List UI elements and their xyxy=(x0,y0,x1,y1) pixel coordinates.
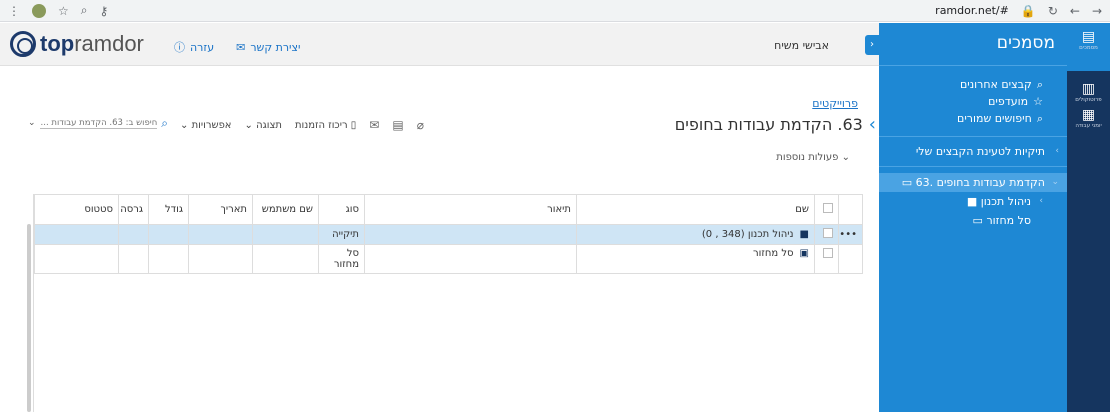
envelope-icon: ✉ xyxy=(236,40,246,54)
view-dropdown[interactable]: ⌄ תצוגה xyxy=(245,120,282,131)
search-input[interactable] xyxy=(39,117,158,129)
table-row[interactable]: ▣ סל מחזור סל מחזור xyxy=(34,244,863,274)
toolbar: ⌄ אפשרויות ⌄ תצוגה ריכוז הזמנות ▯ ✉ ▤ ⌀ xyxy=(180,118,424,132)
lock-icon[interactable]: 🔒 xyxy=(1021,4,1036,18)
user-name[interactable]: אבישי משיח xyxy=(774,39,829,52)
row-name[interactable]: ניהול תכנון (348 , 0) xyxy=(702,229,794,240)
reload-icon[interactable]: ↻ xyxy=(1048,4,1058,18)
favorites-link[interactable]: מועדפים ☆ xyxy=(879,93,1043,110)
chevron-down-icon: ⌄ xyxy=(244,119,253,131)
document-icon: ▤ xyxy=(1081,29,1096,45)
search-icon: ⌕ xyxy=(1036,112,1043,125)
contact-label: יצירת קשר xyxy=(250,40,301,54)
recycle-bin-icon: ▣ xyxy=(799,248,809,259)
mail-icon[interactable]: ✉ xyxy=(369,118,379,132)
chevron-down-icon[interactable]: ⌄ xyxy=(28,118,36,128)
star-icon: ☆ xyxy=(1033,95,1043,108)
page-title: › 63. הקדמת עבודות בחופים xyxy=(674,114,876,135)
chevron-down-icon: ⌄ xyxy=(1051,177,1059,187)
tree-item-recycle[interactable]: ▭ סל מחזור xyxy=(879,211,1067,230)
col-username[interactable]: שם משתמש xyxy=(252,194,319,225)
scrollbar[interactable] xyxy=(27,224,31,412)
panel-title: מסמכים xyxy=(879,23,1067,66)
row-type: סל מחזור xyxy=(318,244,365,274)
search-box: ⌄ ⌕ xyxy=(28,114,168,132)
logo-bold: top xyxy=(40,31,75,56)
browser-toolbar: ⋮ ☆ ⌕ ⚷ ramdor.net/# 🔒 ↻ ← → xyxy=(0,0,1110,22)
upload-folders-item[interactable]: תיקיות לטעינת הקבצים שלי ‹ xyxy=(879,137,1067,166)
tree-item-planning[interactable]: ‹ ■ ניהול תכנון xyxy=(879,192,1067,211)
url-bar[interactable]: ramdor.net/# xyxy=(935,4,1009,17)
folder-icon: ■ xyxy=(799,229,809,240)
clipboard-icon: ▥ xyxy=(1081,81,1096,97)
help-link[interactable]: ⓘ עזרה xyxy=(174,39,214,55)
files-table-container: שם תיאור סוג שם משתמש תאריך גודל גרסה סט… xyxy=(33,194,863,412)
collapse-panel-button[interactable]: › xyxy=(865,35,879,55)
folder-icon: ▭ xyxy=(901,176,913,189)
col-version[interactable]: גרסה xyxy=(118,194,149,225)
key-icon[interactable]: ⚷ xyxy=(100,4,109,18)
breadcrumb-projects[interactable]: פרוייקטים xyxy=(812,97,858,110)
chevron-down-icon: ⌄ xyxy=(841,152,850,163)
row-type: תיקייה xyxy=(318,224,365,245)
col-date[interactable]: תאריך xyxy=(188,194,253,225)
col-status[interactable]: סטטוס xyxy=(34,194,119,225)
logo-light: ramdor xyxy=(74,31,144,56)
app-header: topramdor ⓘ עזרה ✉ יצירת קשר אבישי משיח › xyxy=(0,23,879,66)
col-name[interactable]: שם xyxy=(576,194,815,225)
options-dropdown[interactable]: ⌄ אפשרויות xyxy=(180,120,232,131)
back-icon[interactable]: ← xyxy=(1070,4,1080,18)
recent-files-link[interactable]: קבצים אחרונים ⌕ xyxy=(879,76,1043,93)
chevron-down-icon: ⌄ xyxy=(180,119,189,131)
attach-icon[interactable]: ⌀ xyxy=(417,118,424,132)
strip-documents[interactable]: ▤ מסמכים xyxy=(1067,23,1110,71)
orders-button[interactable]: ריכוז הזמנות ▯ xyxy=(295,120,356,131)
strip-protocols[interactable]: ▥ פרוטוקולים xyxy=(1067,77,1110,103)
forward-icon[interactable]: → xyxy=(1092,4,1102,18)
chevron-left-icon: ‹ xyxy=(1055,146,1059,156)
select-all-checkbox[interactable] xyxy=(823,203,833,213)
search-icon[interactable]: ⌕ xyxy=(161,116,168,131)
app-icon-strip: ▤ מסמכים ▥ פרוטוקולים ▦ יומני עבודה xyxy=(1067,23,1110,412)
row-checkbox[interactable] xyxy=(823,228,833,238)
row-checkbox[interactable] xyxy=(823,248,833,258)
row-menu-icon[interactable]: ••• xyxy=(838,224,863,245)
files-table: שם תיאור סוג שם משתמש תאריך גודל גרסה סט… xyxy=(34,194,863,274)
more-actions-dropdown[interactable]: פעולות נוספות ⌄ xyxy=(776,152,850,163)
search-icon[interactable]: ⌕ xyxy=(81,3,88,18)
chevron-right-icon[interactable]: › xyxy=(869,114,876,135)
col-size[interactable]: גודל xyxy=(148,194,189,225)
col-description[interactable]: תיאור xyxy=(364,194,577,225)
row-name[interactable]: סל מחזור xyxy=(753,248,794,259)
documents-panel: מסמכים קבצים אחרונים ⌕ מועדפים ☆ חיפושים ש… xyxy=(879,23,1067,412)
star-icon[interactable]: ☆ xyxy=(58,4,69,18)
profile-avatar[interactable] xyxy=(32,3,46,18)
logo-icon xyxy=(10,31,36,57)
tree-item-project[interactable]: ⌄ ▭ 63. הקדמת עבודות בחופים xyxy=(879,173,1067,192)
file-icon: ▯ xyxy=(350,119,357,131)
document-icon[interactable]: ▤ xyxy=(392,118,403,132)
recycle-folder-icon: ▭ xyxy=(972,214,983,227)
search-icon: ⌕ xyxy=(1036,78,1043,91)
help-icon: ⓘ xyxy=(174,41,185,54)
saved-searches-link[interactable]: חיפושים שמורים ⌕ xyxy=(879,110,1043,127)
table-row[interactable]: ••• ■ ניהול תכנון (348 , 0) תיקייה xyxy=(34,224,863,245)
header-menu xyxy=(838,194,863,225)
col-type[interactable]: סוג xyxy=(318,194,365,225)
calendar-icon: ▦ xyxy=(1081,107,1096,123)
logo[interactable]: topramdor xyxy=(10,31,144,57)
header-checkbox-cell xyxy=(814,194,839,225)
menu-dots-icon[interactable]: ⋮ xyxy=(8,4,20,18)
contact-link[interactable]: ✉ יצירת קשר xyxy=(236,39,300,55)
chevron-left-icon: ‹ xyxy=(1039,196,1043,206)
folder-icon: ■ xyxy=(966,195,978,208)
help-label: עזרה xyxy=(190,40,215,54)
strip-workbooks[interactable]: ▦ יומני עבודה xyxy=(1067,103,1110,129)
